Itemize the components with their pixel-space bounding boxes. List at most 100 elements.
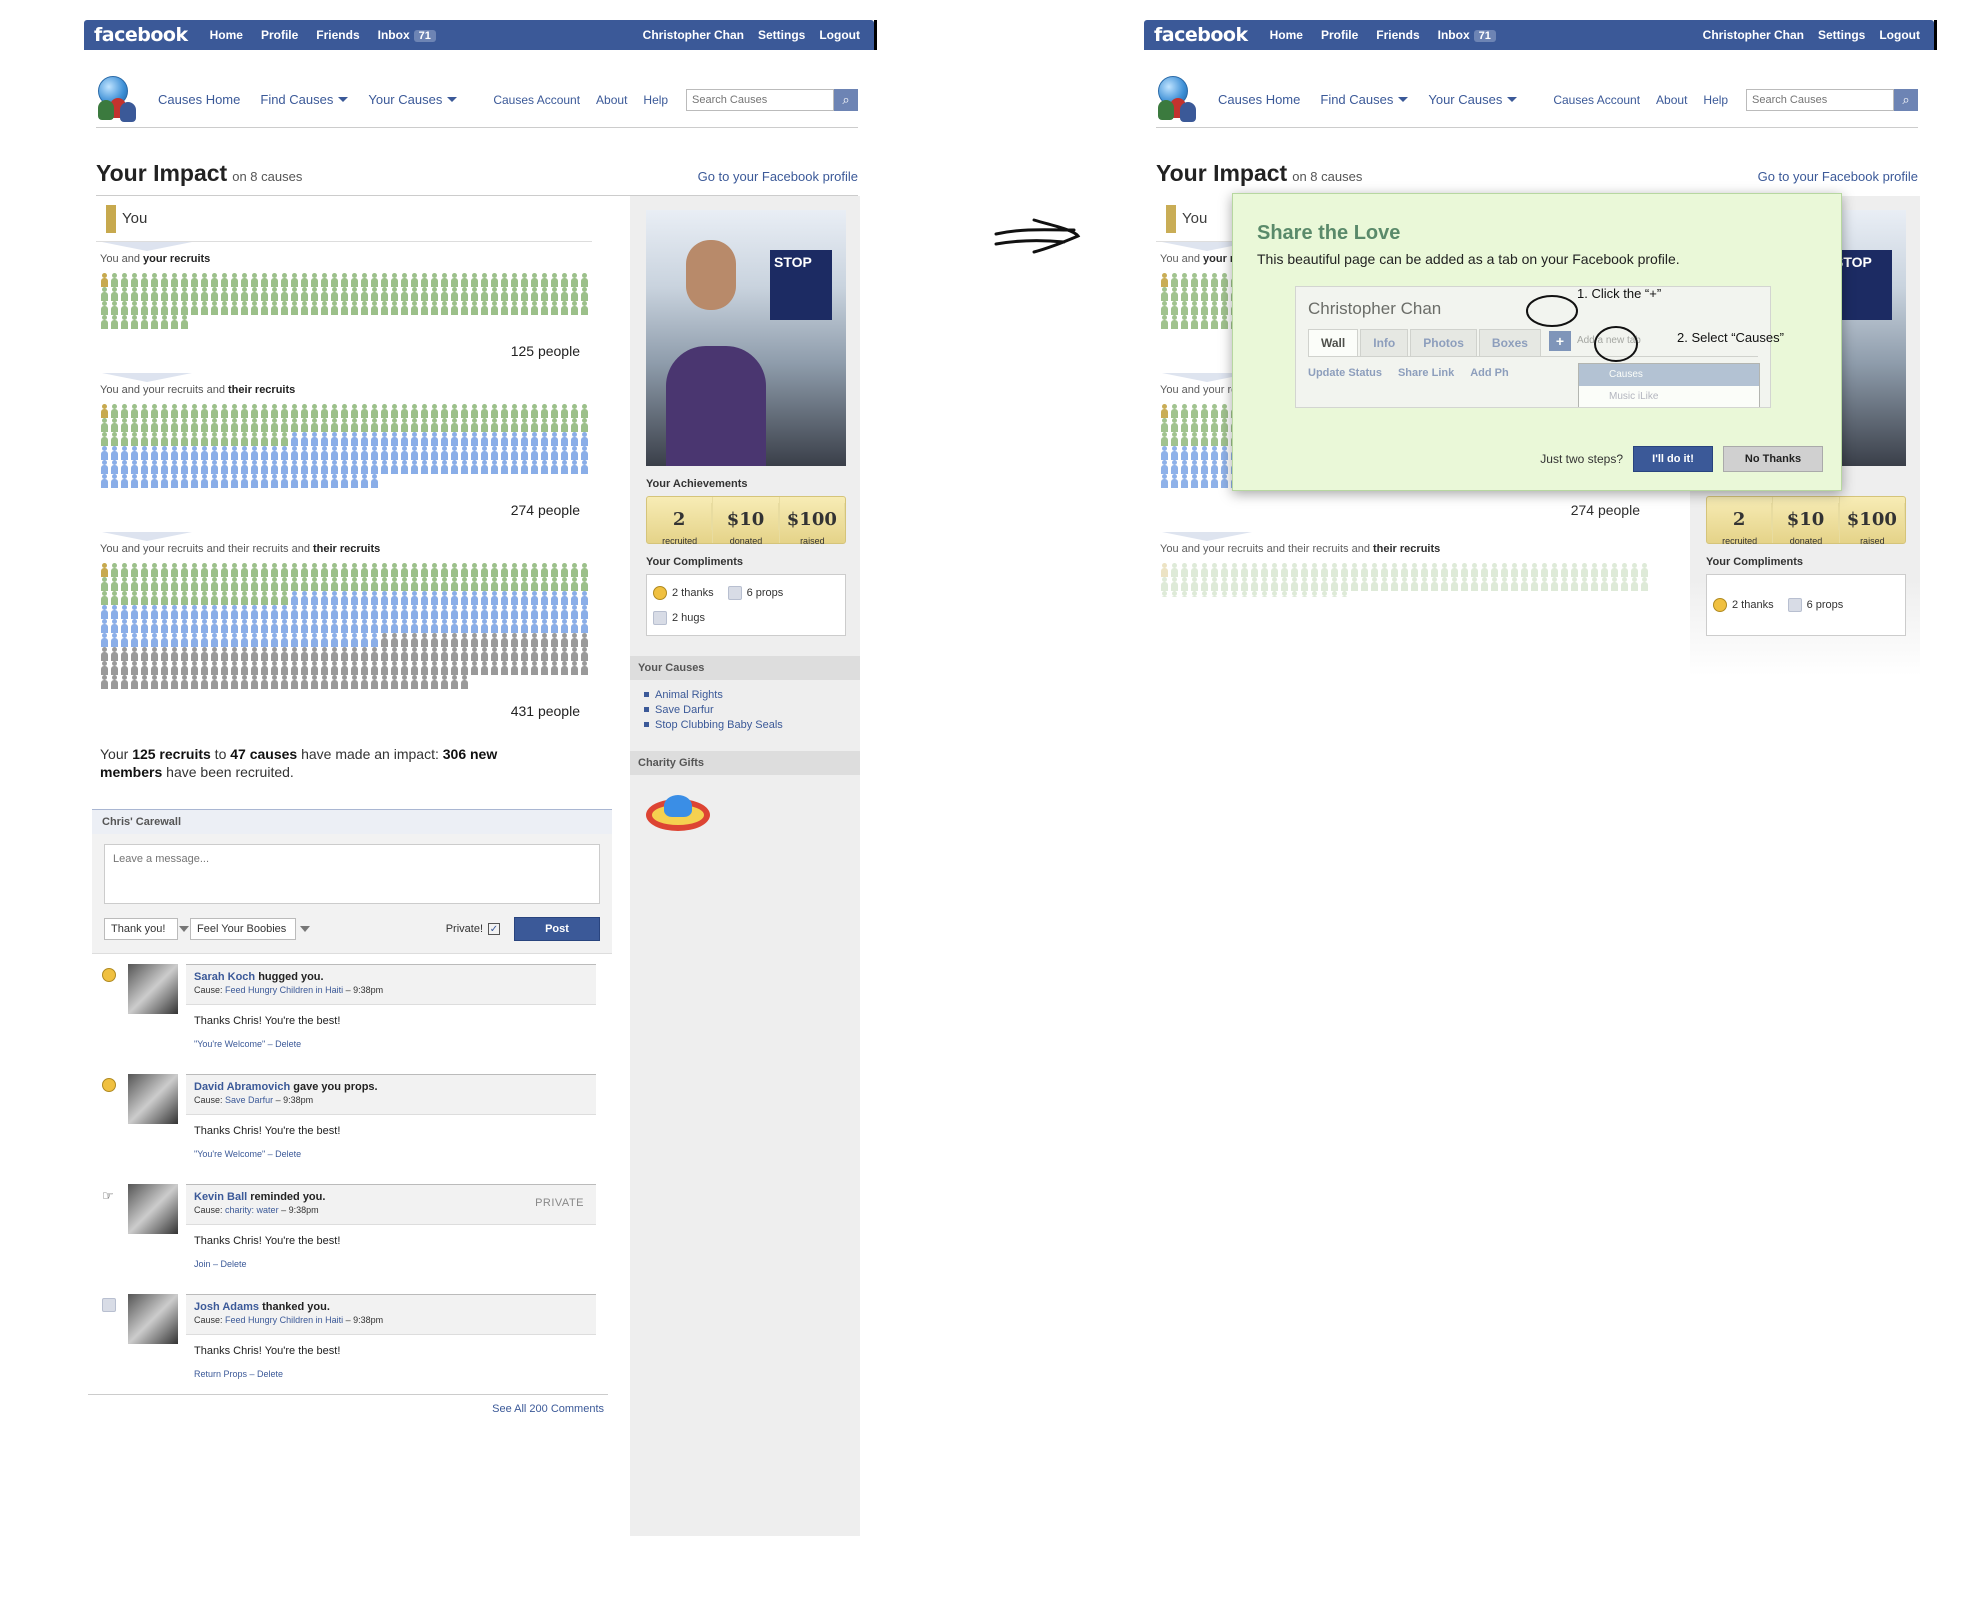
causes-globe-icon[interactable] bbox=[1154, 75, 1202, 124]
comment-author-link[interactable]: Sarah Koch bbox=[194, 971, 255, 983]
compliment-type-select[interactable]: Thank you! bbox=[104, 918, 190, 940]
avatar[interactable] bbox=[128, 964, 178, 1014]
comment-cause-link[interactable]: Feed Hungry Children in Haiti bbox=[225, 985, 343, 995]
nav-settings[interactable]: Settings bbox=[758, 28, 805, 42]
about-link[interactable]: About bbox=[596, 93, 627, 107]
nav-settings[interactable]: Settings bbox=[1818, 28, 1865, 42]
person-figure-icon bbox=[490, 418, 499, 432]
nav-friends[interactable]: Friends bbox=[316, 28, 359, 42]
causes-account-link[interactable]: Causes Account bbox=[493, 93, 580, 107]
person-figure-icon bbox=[200, 591, 209, 605]
find-causes-menu[interactable]: Find Causes bbox=[1320, 92, 1409, 107]
facebook-profile-link[interactable]: Go to your Facebook profile bbox=[1758, 169, 1918, 184]
comment-author-link[interactable]: Josh Adams bbox=[194, 1301, 259, 1313]
person-figure-icon bbox=[220, 418, 229, 432]
help-link[interactable]: Help bbox=[1703, 93, 1728, 107]
person-figure-icon bbox=[140, 675, 149, 689]
comment-links[interactable]: "You're Welcome" – Delete bbox=[194, 1149, 301, 1159]
avatar[interactable] bbox=[128, 1184, 178, 1234]
cause-link[interactable]: Save Darfur bbox=[644, 703, 850, 718]
causes-home-link[interactable]: Causes Home bbox=[158, 92, 240, 107]
person-figure-icon bbox=[170, 287, 179, 301]
person-figure-icon bbox=[1210, 418, 1219, 432]
nav-home[interactable]: Home bbox=[210, 28, 243, 42]
find-causes-label: Find Causes bbox=[260, 92, 334, 107]
causes-globe-icon[interactable] bbox=[94, 75, 142, 124]
person-figure-icon bbox=[430, 301, 439, 315]
cause-link[interactable]: Stop Clubbing Baby Seals bbox=[644, 718, 850, 733]
profile-photo[interactable]: STOP bbox=[646, 210, 846, 466]
person-figure-icon bbox=[140, 647, 149, 661]
comment-author-link[interactable]: David Abramovich bbox=[194, 1081, 290, 1093]
crowd-figures bbox=[100, 563, 590, 689]
person-figure-icon bbox=[1220, 418, 1229, 432]
private-toggle[interactable]: Private! ✓ bbox=[446, 923, 500, 935]
no-thanks-button[interactable]: No Thanks bbox=[1723, 446, 1823, 472]
comment-links[interactable]: Join – Delete bbox=[194, 1259, 247, 1269]
nav-friends[interactable]: Friends bbox=[1376, 28, 1419, 42]
see-all-comments-link[interactable]: See All 200 Comments bbox=[88, 1394, 608, 1423]
message-input[interactable] bbox=[104, 844, 600, 904]
search-icon[interactable]: ⌕ bbox=[834, 88, 858, 111]
private-checkbox[interactable]: ✓ bbox=[488, 923, 500, 935]
person-figure-icon bbox=[1170, 591, 1179, 597]
comment-author-link[interactable]: Kevin Ball bbox=[194, 1191, 247, 1203]
person-figure-icon bbox=[1280, 591, 1289, 597]
person-figure-icon bbox=[1420, 563, 1429, 577]
facebook-profile-link[interactable]: Go to your Facebook profile bbox=[698, 169, 858, 184]
person-figure-icon bbox=[1190, 301, 1199, 315]
your-causes-menu[interactable]: Your Causes bbox=[368, 92, 458, 107]
avatar[interactable] bbox=[128, 1074, 178, 1124]
causes-account-link[interactable]: Causes Account bbox=[1553, 93, 1640, 107]
nav-inbox[interactable]: Inbox 71 bbox=[1438, 28, 1496, 42]
person-figure-icon bbox=[120, 619, 129, 633]
nav-logout[interactable]: Logout bbox=[819, 28, 860, 42]
person-figure-icon bbox=[500, 647, 509, 661]
find-causes-menu[interactable]: Find Causes bbox=[260, 92, 349, 107]
about-link[interactable]: About bbox=[1656, 93, 1687, 107]
person-figure-icon bbox=[360, 418, 369, 432]
person-figure-icon bbox=[150, 315, 159, 329]
person-figure-icon bbox=[320, 675, 329, 689]
help-link[interactable]: Help bbox=[643, 93, 668, 107]
person-figure-icon bbox=[480, 605, 489, 619]
charity-gifts-title: Charity Gifts bbox=[630, 751, 860, 775]
person-figure-icon bbox=[340, 563, 349, 577]
person-figure-icon bbox=[160, 460, 169, 474]
person-figure-icon bbox=[570, 633, 579, 647]
charity-gift-ufo-icon[interactable] bbox=[646, 795, 710, 847]
nav-profile[interactable]: Profile bbox=[1321, 28, 1358, 42]
comment-cause-link[interactable]: charity: water bbox=[225, 1205, 279, 1215]
search-input[interactable] bbox=[1746, 88, 1894, 111]
avatar[interactable] bbox=[128, 1294, 178, 1344]
facebook-logo[interactable]: facebook bbox=[1154, 24, 1248, 46]
your-causes-menu[interactable]: Your Causes bbox=[1428, 92, 1518, 107]
comment-links[interactable]: Return Props – Delete bbox=[194, 1369, 283, 1379]
nav-user-name[interactable]: Christopher Chan bbox=[643, 28, 744, 42]
nav-logout[interactable]: Logout bbox=[1879, 28, 1920, 42]
nav-profile[interactable]: Profile bbox=[261, 28, 298, 42]
cause-select[interactable]: Feel Your Boobies bbox=[190, 918, 311, 940]
search-input[interactable] bbox=[686, 88, 834, 111]
nav-user-name[interactable]: Christopher Chan bbox=[1703, 28, 1804, 42]
person-figure-icon bbox=[330, 647, 339, 661]
person-figure-icon bbox=[530, 446, 539, 460]
causes-home-link[interactable]: Causes Home bbox=[1218, 92, 1300, 107]
ill-do-it-button[interactable]: I'll do it! bbox=[1633, 446, 1713, 472]
nav-inbox[interactable]: Inbox 71 bbox=[378, 28, 436, 42]
person-figure-icon bbox=[540, 619, 549, 633]
cause-link[interactable]: Animal Rights bbox=[644, 688, 850, 703]
person-figure-icon bbox=[480, 577, 489, 591]
person-figure-icon bbox=[120, 460, 129, 474]
comment-cause-link[interactable]: Feed Hungry Children in Haiti bbox=[225, 1315, 343, 1325]
person-figure-icon bbox=[310, 563, 319, 577]
search-icon[interactable]: ⌕ bbox=[1894, 88, 1918, 111]
person-figure-icon bbox=[1220, 577, 1229, 591]
facebook-logo[interactable]: facebook bbox=[94, 24, 188, 46]
nav-home[interactable]: Home bbox=[1270, 28, 1303, 42]
post-button[interactable]: Post bbox=[514, 917, 600, 941]
person-figure-icon bbox=[220, 605, 229, 619]
person-figure-icon bbox=[210, 404, 219, 418]
comment-links[interactable]: "You're Welcome" – Delete bbox=[194, 1039, 301, 1049]
comment-cause-link[interactable]: Save Darfur bbox=[225, 1095, 273, 1105]
